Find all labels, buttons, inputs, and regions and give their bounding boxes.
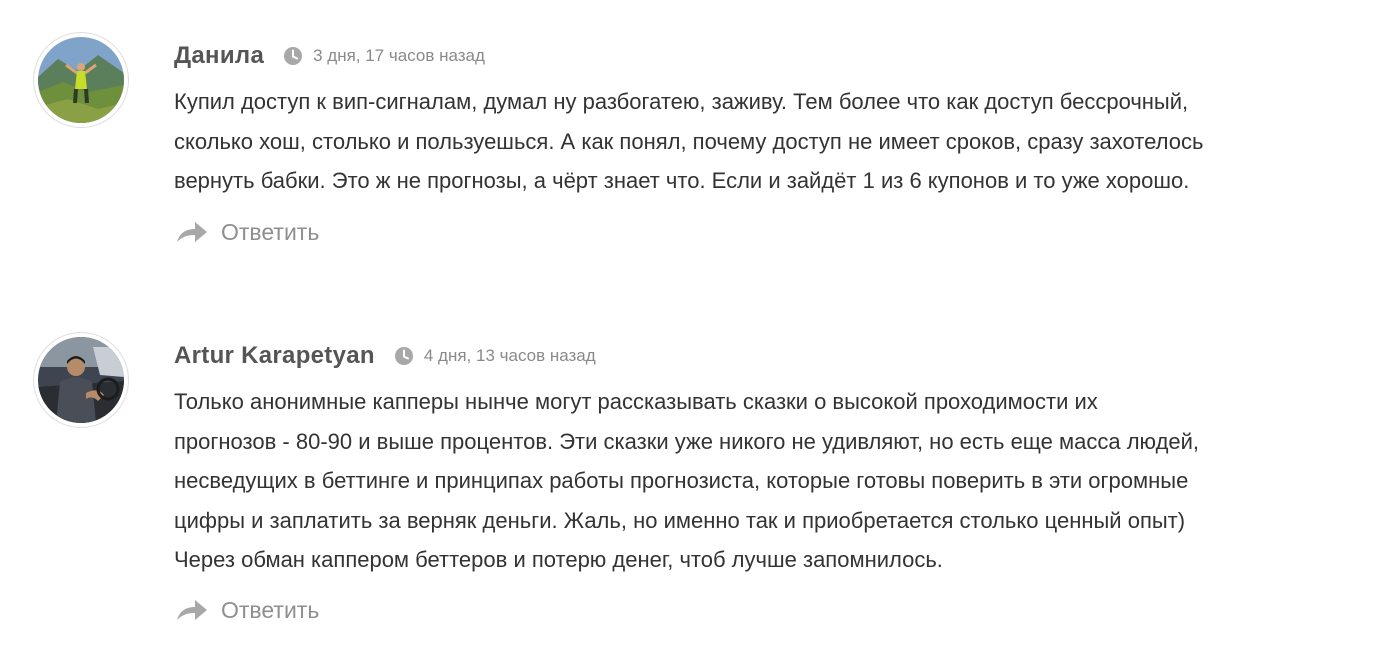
avatar[interactable] <box>33 32 129 128</box>
avatar-image <box>38 37 124 123</box>
clock-icon <box>283 46 303 66</box>
comment-text-line: вернуть бабки. Это ж не прогнозы, а чёрт… <box>174 168 1190 193</box>
comment-author[interactable]: Artur Karapetyan <box>174 342 375 370</box>
reply-arrow-icon <box>176 220 208 244</box>
comment-text-line: несведущих в беттинге и принципах работы… <box>174 468 1189 493</box>
comment-meta: Artur Karapetyan 4 дня, 13 часов назад <box>174 341 596 371</box>
comment-author[interactable]: Данила <box>174 42 264 70</box>
comment-text: Только анонимные капперы нынче могут рас… <box>174 382 1364 580</box>
comment-date[interactable]: 4 дня, 13 часов назад <box>424 346 596 366</box>
comment-text-line: Только анонимные капперы нынче могут рас… <box>174 389 1098 414</box>
comment-text-line: прогнозов - 80-90 и выше процентов. Эти … <box>174 428 1200 454</box>
reply-label: Ответить <box>221 596 320 623</box>
avatar-image <box>38 337 124 423</box>
reply-button[interactable]: Ответить <box>176 595 319 625</box>
reply-arrow-icon <box>176 598 208 622</box>
comment-text-line: цифры и заплатить за верняк деньги. Жаль… <box>174 507 1186 533</box>
comment-date[interactable]: 3 дня, 17 часов назад <box>313 46 485 66</box>
avatar[interactable] <box>33 332 129 428</box>
comment-text-line: сколько хош, столько и пользуешься. А ка… <box>174 128 1204 154</box>
comment-meta: Данила 3 дня, 17 часов назад <box>174 41 485 71</box>
clock-icon <box>394 346 414 366</box>
comment-text-line: Купил доступ к вип-сигналам, думал ну ра… <box>174 89 1189 114</box>
reply-label: Ответить <box>221 218 320 245</box>
comment-text: Купил доступ к вип-сигналам, думал ну ра… <box>174 82 1364 201</box>
comment-text-line: Через обман каппером беттеров и потерю д… <box>174 547 943 572</box>
reply-button[interactable]: Ответить <box>176 217 319 247</box>
